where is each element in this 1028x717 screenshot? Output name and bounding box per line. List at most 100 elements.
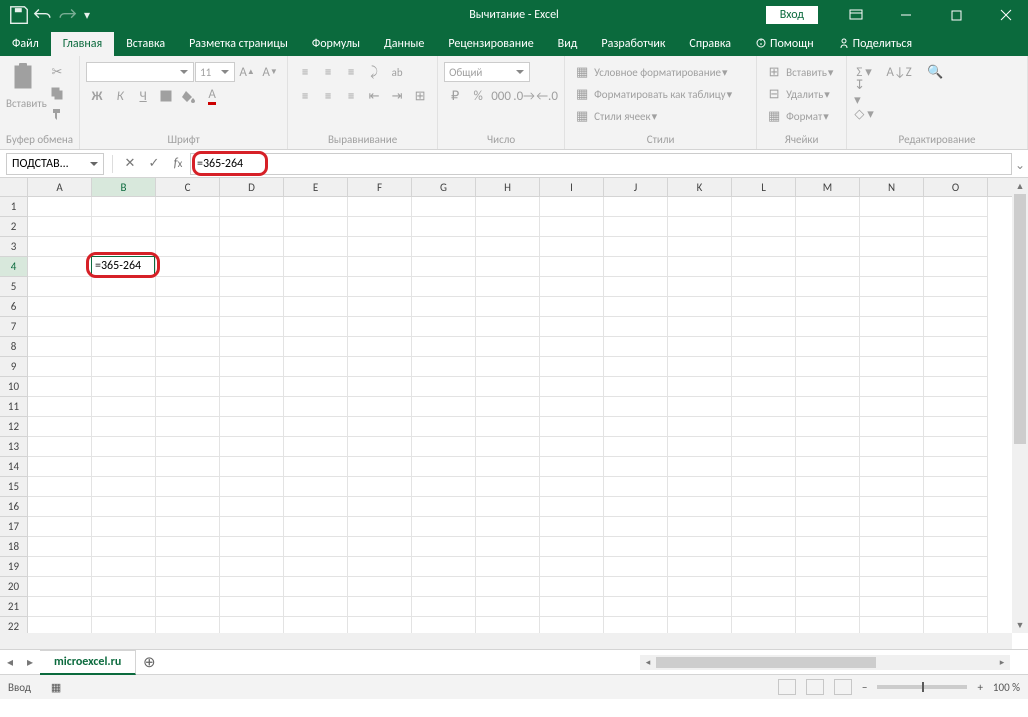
- col-header-G[interactable]: G: [412, 178, 476, 196]
- col-header-D[interactable]: D: [220, 178, 284, 196]
- col-header-F[interactable]: F: [348, 178, 412, 196]
- tab-home[interactable]: Главная: [51, 32, 114, 56]
- save-icon[interactable]: [8, 4, 30, 26]
- share-button[interactable]: Поделиться: [826, 32, 924, 56]
- format-cells-button[interactable]: ▦Формат ▾: [763, 106, 840, 126]
- font-color-icon[interactable]: A: [201, 86, 223, 106]
- row-header-20[interactable]: 20: [0, 577, 27, 597]
- vertical-scrollbar[interactable]: ▲ ▼: [1012, 178, 1028, 633]
- row-header-13[interactable]: 13: [0, 437, 27, 457]
- cells-area[interactable]: =365-264: [28, 197, 1012, 633]
- row-header-19[interactable]: 19: [0, 557, 27, 577]
- col-header-H[interactable]: H: [476, 178, 540, 196]
- zoom-slider[interactable]: [877, 685, 967, 689]
- underline-button[interactable]: Ч: [132, 86, 154, 106]
- row-header-14[interactable]: 14: [0, 457, 27, 477]
- tab-page-layout[interactable]: Разметка страницы: [177, 32, 300, 56]
- insert-function-button[interactable]: fx: [166, 153, 190, 175]
- col-header-M[interactable]: M: [796, 178, 860, 196]
- row-header-21[interactable]: 21: [0, 597, 27, 617]
- row-header-6[interactable]: 6: [0, 297, 27, 317]
- undo-icon[interactable]: [32, 4, 54, 26]
- scroll-right-icon[interactable]: ▸: [994, 655, 1010, 671]
- cell-styles-button[interactable]: ▦Стили ячеек ▾: [571, 106, 750, 126]
- orientation-icon[interactable]: ⤸: [363, 62, 385, 82]
- add-sheet-button[interactable]: ⊕: [136, 653, 162, 672]
- tab-insert[interactable]: Вставка: [114, 32, 177, 56]
- tab-file[interactable]: Файл: [0, 32, 51, 56]
- row-header-8[interactable]: 8: [0, 337, 27, 357]
- scroll-down-icon[interactable]: ▼: [1012, 617, 1028, 633]
- row-header-12[interactable]: 12: [0, 417, 27, 437]
- decrease-font-icon[interactable]: A▼: [259, 62, 281, 82]
- row-header-1[interactable]: 1: [0, 197, 27, 217]
- align-right-icon[interactable]: ≡: [340, 86, 362, 106]
- expand-formula-bar-icon[interactable]: ⌄: [1015, 158, 1025, 173]
- select-all-corner[interactable]: [0, 178, 28, 197]
- percent-icon[interactable]: %: [467, 86, 489, 106]
- close-icon[interactable]: [984, 0, 1028, 30]
- row-header-16[interactable]: 16: [0, 497, 27, 517]
- account-button[interactable]: Вход: [766, 6, 818, 24]
- minimize-icon[interactable]: [884, 0, 928, 30]
- cancel-formula-button[interactable]: ✕: [118, 153, 142, 175]
- sheet-tab-active[interactable]: microexcel.ru: [40, 650, 136, 675]
- zoom-out-button[interactable]: −: [862, 681, 867, 694]
- find-select-icon[interactable]: 🔍: [923, 62, 947, 82]
- col-header-B[interactable]: B: [92, 178, 156, 196]
- row-header-15[interactable]: 15: [0, 477, 27, 497]
- redo-icon[interactable]: [56, 4, 78, 26]
- horizontal-scrollbar[interactable]: ◂ ▸: [640, 655, 1010, 670]
- zoom-level[interactable]: 100 %: [993, 681, 1020, 694]
- col-header-I[interactable]: I: [540, 178, 604, 196]
- cut-icon[interactable]: ✂: [46, 62, 68, 82]
- row-header-9[interactable]: 9: [0, 357, 27, 377]
- borders-icon[interactable]: [155, 86, 177, 106]
- tab-formulas[interactable]: Формулы: [300, 32, 372, 56]
- increase-decimal-icon[interactable]: .0→: [513, 86, 535, 106]
- fill-color-icon[interactable]: [178, 86, 200, 106]
- tab-review[interactable]: Рецензирование: [436, 32, 545, 56]
- page-layout-view-icon[interactable]: [806, 679, 824, 695]
- align-bottom-icon[interactable]: ≡: [340, 62, 362, 82]
- confirm-formula-button[interactable]: ✓: [142, 153, 166, 175]
- col-header-N[interactable]: N: [860, 178, 924, 196]
- format-as-table-button[interactable]: ▦Форматировать как таблицу ▾: [571, 84, 750, 104]
- italic-button[interactable]: К: [109, 86, 131, 106]
- sheet-nav-next-icon[interactable]: ▸: [20, 655, 40, 670]
- active-cell-b4[interactable]: =365-264: [92, 257, 154, 275]
- col-header-L[interactable]: L: [732, 178, 796, 196]
- tab-view[interactable]: Вид: [546, 32, 590, 56]
- row-header-11[interactable]: 11: [0, 397, 27, 417]
- merge-icon[interactable]: ⊞: [409, 86, 431, 106]
- wrap-text-icon[interactable]: ab: [386, 62, 408, 82]
- page-break-view-icon[interactable]: [834, 679, 852, 695]
- currency-icon[interactable]: ₽: [444, 86, 466, 106]
- sort-filter-icon[interactable]: A↓Z: [885, 62, 913, 82]
- align-left-icon[interactable]: ≡: [294, 86, 316, 106]
- row-header-18[interactable]: 18: [0, 537, 27, 557]
- name-box[interactable]: ПОДСТАВ...: [6, 153, 104, 175]
- normal-view-icon[interactable]: [778, 679, 796, 695]
- insert-cells-button[interactable]: ⊞Вставить ▾: [763, 62, 840, 82]
- maximize-icon[interactable]: [934, 0, 978, 30]
- row-header-4[interactable]: 4: [0, 257, 27, 277]
- number-format-select[interactable]: Общий: [444, 62, 530, 82]
- format-painter-icon[interactable]: [46, 104, 68, 124]
- zoom-in-button[interactable]: +: [977, 681, 982, 694]
- scroll-up-icon[interactable]: ▲: [1012, 178, 1028, 194]
- font-family-select[interactable]: [86, 62, 194, 82]
- paste-button[interactable]: Вставить: [6, 62, 42, 110]
- tab-data[interactable]: Данные: [372, 32, 436, 56]
- row-header-7[interactable]: 7: [0, 317, 27, 337]
- col-header-O[interactable]: O: [924, 178, 988, 196]
- tab-developer[interactable]: Разработчик: [589, 32, 677, 56]
- formula-bar[interactable]: =365-264 ⌄: [190, 153, 1012, 175]
- ribbon-display-icon[interactable]: [834, 0, 878, 30]
- align-top-icon[interactable]: ≡: [294, 62, 316, 82]
- macro-record-icon[interactable]: ▦: [51, 681, 61, 694]
- row-header-3[interactable]: 3: [0, 237, 27, 257]
- increase-font-icon[interactable]: A▲: [236, 62, 258, 82]
- col-header-C[interactable]: C: [156, 178, 220, 196]
- sheet-nav-prev-icon[interactable]: ◂: [0, 655, 20, 670]
